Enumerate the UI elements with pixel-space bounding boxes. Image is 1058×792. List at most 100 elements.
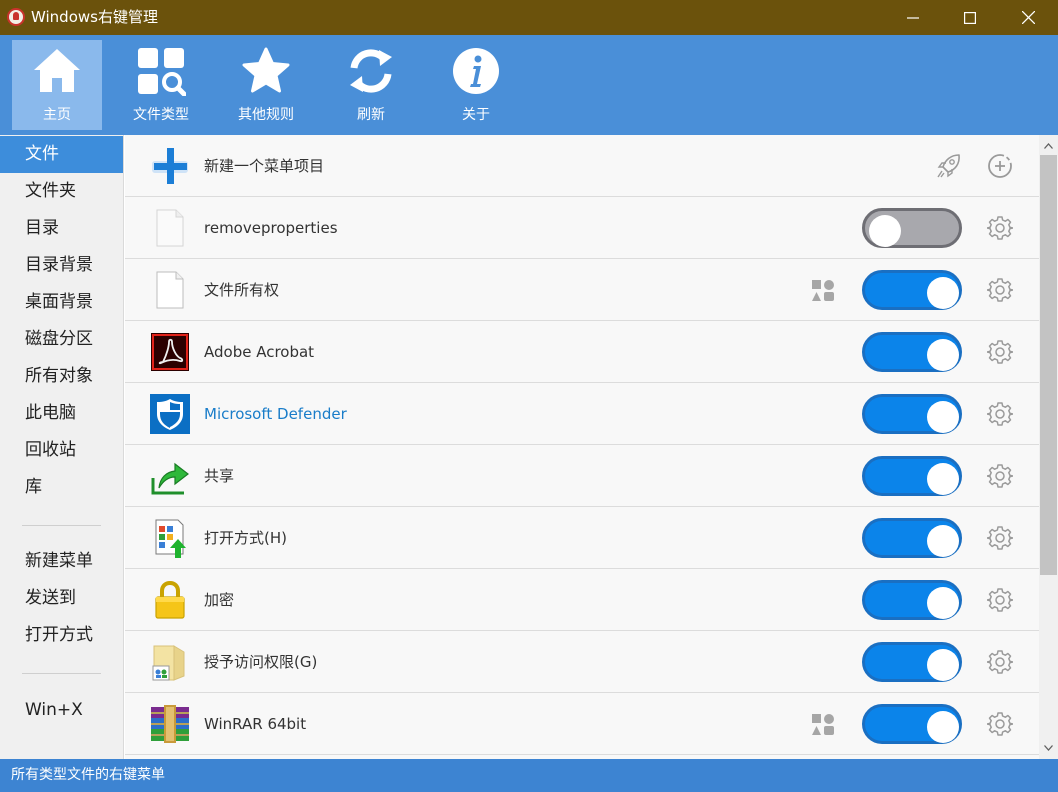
toggle-knob — [927, 711, 959, 743]
main-toolbar: 主页 文件类型 其他规则 刷新 关于 — [0, 35, 1058, 135]
category-sidebar: 文件 文件夹 目录 目录背景 桌面背景 磁盘分区 所有对象 此电脑 回收站 库 … — [0, 135, 124, 759]
enable-toggle[interactable] — [862, 518, 962, 558]
menu-item-row[interactable]: 打开方式(H) — [125, 507, 1039, 569]
enable-toggle[interactable] — [862, 270, 962, 310]
sidebar-item-file[interactable]: 文件 — [0, 136, 123, 173]
sidebar-divider — [22, 525, 101, 526]
tool-refresh[interactable]: 刷新 — [326, 40, 416, 130]
gear-icon[interactable] — [987, 401, 1013, 427]
menu-item-label: 打开方式(H) — [204, 529, 287, 547]
sidebar-item-desktop-background[interactable]: 桌面背景 — [0, 284, 123, 321]
enable-toggle[interactable] — [862, 394, 962, 434]
sidebar-divider — [22, 673, 101, 674]
menu-item-row[interactable]: WinRAR 64bit — [125, 693, 1039, 755]
rocket-icon[interactable] — [935, 152, 963, 180]
close-button[interactable] — [1003, 0, 1053, 35]
adobe-acrobat-icon — [151, 333, 189, 371]
sidebar-item-library[interactable]: 库 — [0, 469, 123, 506]
defender-shield-icon — [150, 394, 190, 434]
menu-item-row[interactable]: Adobe Acrobat — [125, 321, 1039, 383]
vertical-scrollbar[interactable] — [1039, 135, 1058, 759]
sidebar-item-all-objects[interactable]: 所有对象 — [0, 358, 123, 395]
gear-icon[interactable] — [987, 711, 1013, 737]
enable-toggle[interactable] — [862, 642, 962, 682]
enable-toggle[interactable] — [862, 580, 962, 620]
menu-item-label: 授予访问权限(G) — [204, 653, 318, 671]
minimize-button[interactable] — [888, 0, 938, 35]
tool-label: 主页 — [43, 107, 71, 123]
tool-label: 刷新 — [357, 107, 385, 123]
sidebar-item-open-with[interactable]: 打开方式 — [0, 617, 123, 654]
lock-icon — [155, 580, 185, 619]
new-menu-item-row[interactable]: 新建一个菜单项目 — [125, 135, 1039, 197]
enable-toggle[interactable] — [862, 208, 962, 248]
blank-file-icon — [156, 271, 184, 309]
toggle-knob — [869, 215, 901, 247]
gear-icon[interactable] — [987, 463, 1013, 489]
tool-label: 文件类型 — [133, 107, 189, 123]
sidebar-item-folder[interactable]: 文件夹 — [0, 173, 123, 210]
scroll-down-button[interactable] — [1039, 739, 1058, 757]
window-title: Windows右键管理 — [31, 8, 158, 26]
share-arrow-icon — [151, 462, 189, 495]
maximize-button[interactable] — [945, 0, 995, 35]
new-item-label: 新建一个菜单项目 — [204, 157, 325, 175]
menu-item-label: Adobe Acrobat — [204, 343, 315, 361]
sidebar-item-directory[interactable]: 目录 — [0, 210, 123, 247]
menu-item-label: removeproperties — [204, 219, 338, 237]
status-bar: 所有类型文件的右键菜单 — [0, 759, 1058, 792]
toggle-knob — [927, 401, 959, 433]
menu-item-row[interactable]: 共享 — [125, 445, 1039, 507]
menu-item-row[interactable]: removeproperties — [125, 197, 1039, 259]
toggle-knob — [927, 587, 959, 619]
menu-item-row[interactable]: 授予访问权限(G) — [125, 631, 1039, 693]
menu-item-row[interactable]: Microsoft Defender — [125, 383, 1039, 445]
gear-icon[interactable] — [987, 277, 1013, 303]
toggle-knob — [927, 525, 959, 557]
add-circle-icon[interactable] — [987, 153, 1013, 179]
toggle-knob — [927, 277, 959, 309]
shapes-icon[interactable] — [811, 279, 835, 303]
sidebar-item-win-x[interactable]: Win+X — [0, 692, 123, 729]
minimize-icon — [907, 16, 919, 19]
gear-icon[interactable] — [987, 339, 1013, 365]
gear-icon[interactable] — [987, 649, 1013, 675]
toggle-knob — [927, 649, 959, 681]
enable-toggle[interactable] — [862, 456, 962, 496]
maximize-icon — [964, 11, 976, 24]
refresh-icon — [350, 49, 392, 93]
menu-item-list: 新建一个菜单项目 removeproperties 文件所有权 Adobe Ac… — [125, 135, 1039, 759]
enable-toggle[interactable] — [862, 332, 962, 372]
scroll-up-button[interactable] — [1039, 137, 1058, 155]
tool-label: 关于 — [462, 107, 490, 123]
sidebar-item-recycle-bin[interactable]: 回收站 — [0, 432, 123, 469]
sidebar-item-this-pc[interactable]: 此电脑 — [0, 395, 123, 432]
menu-item-label: WinRAR 64bit — [204, 715, 307, 733]
scroll-thumb[interactable] — [1040, 155, 1057, 575]
gear-icon[interactable] — [987, 587, 1013, 613]
toggle-knob — [927, 463, 959, 495]
sidebar-item-send-to[interactable]: 发送到 — [0, 580, 123, 617]
sidebar-item-new-menu[interactable]: 新建菜单 — [0, 543, 123, 580]
toggle-knob — [927, 339, 959, 371]
tool-other-rules[interactable]: 其他规则 — [221, 40, 311, 130]
title-bar: Windows右键管理 — [0, 0, 1058, 35]
info-icon — [453, 48, 499, 94]
enable-toggle[interactable] — [862, 704, 962, 744]
menu-item-row[interactable]: 加密 — [125, 569, 1039, 631]
gear-icon[interactable] — [987, 525, 1013, 551]
tool-file-types[interactable]: 文件类型 — [116, 40, 206, 130]
grant-access-icon — [152, 645, 185, 681]
file-types-icon — [138, 48, 186, 96]
sidebar-item-directory-background[interactable]: 目录背景 — [0, 247, 123, 284]
tool-about[interactable]: 关于 — [431, 40, 521, 130]
menu-item-row[interactable]: 文件所有权 — [125, 259, 1039, 321]
tool-home[interactable]: 主页 — [12, 40, 102, 130]
sidebar-item-drive[interactable]: 磁盘分区 — [0, 321, 123, 358]
app-logo-icon — [7, 8, 25, 26]
menu-item-label: 加密 — [204, 591, 235, 609]
gear-icon[interactable] — [987, 215, 1013, 241]
menu-item-label: 共享 — [204, 467, 235, 485]
close-icon — [1021, 11, 1035, 24]
shapes-icon[interactable] — [811, 713, 835, 737]
